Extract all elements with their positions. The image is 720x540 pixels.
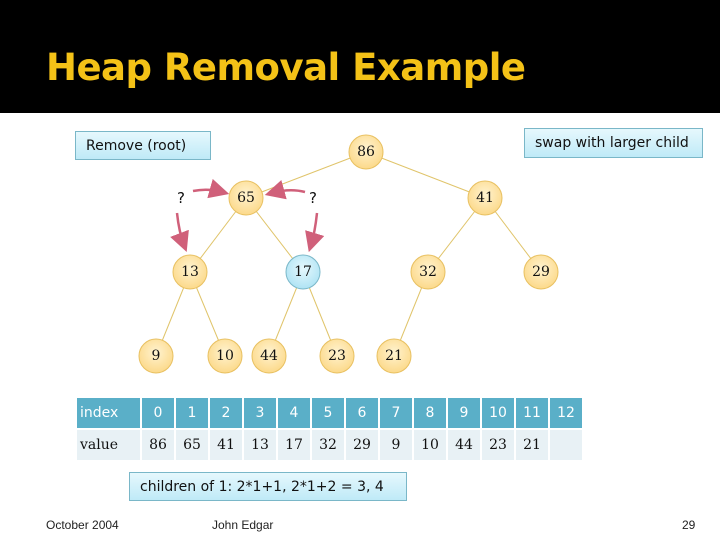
index-cell: 11 (516, 398, 548, 428)
index-cell: 2 (210, 398, 242, 428)
index-cell: 3 (244, 398, 276, 428)
node-value: 9 (152, 348, 161, 364)
tree-node-21: 21 (376, 338, 412, 374)
arrow-left-to-65 (192, 178, 230, 199)
tree-node-9: 9 (138, 338, 174, 374)
value-label: value (77, 430, 140, 460)
value-cell: 44 (448, 430, 480, 460)
value-row: value 86 65 41 13 17 32 29 9 10 44 23 21 (77, 430, 582, 460)
value-cell: 23 (482, 430, 514, 460)
node-value: 44 (260, 348, 278, 364)
node-value: 65 (237, 190, 255, 206)
value-cell: 65 (176, 430, 208, 460)
index-label: index (77, 398, 140, 428)
tree-node-29: 29 (523, 254, 559, 290)
index-cell: 7 (380, 398, 412, 428)
tree-node-41: 41 (467, 180, 503, 216)
value-cell: 17 (278, 430, 310, 460)
heap-array-table: index 0 1 2 3 4 5 6 7 8 9 10 11 12 value 86 65 41 13 17 3… (75, 396, 584, 462)
question-mark-right: ? (309, 189, 317, 207)
arrow-down-to-13 (170, 212, 189, 253)
index-cell: 8 (414, 398, 446, 428)
value-cell: 29 (346, 430, 378, 460)
node-value: 29 (532, 264, 550, 280)
value-cell: 9 (380, 430, 412, 460)
value-cell: 41 (210, 430, 242, 460)
value-cell: 21 (516, 430, 548, 460)
tree-node-86: 86 (348, 134, 384, 170)
node-value: 10 (216, 348, 234, 364)
tree-edge (365, 151, 486, 199)
tree-node-23: 23 (319, 338, 355, 374)
index-cell: 1 (176, 398, 208, 428)
tree-node-65: 65 (228, 180, 264, 216)
node-value: 13 (181, 264, 199, 280)
value-cell (550, 430, 582, 460)
index-cell: 0 (142, 398, 174, 428)
tree-node-17: 17 (285, 254, 321, 290)
tree-node-44: 44 (251, 338, 287, 374)
node-value: 32 (419, 264, 437, 280)
node-value: 86 (357, 144, 375, 160)
footer-page-number: 29 (682, 518, 696, 532)
index-cell: 5 (312, 398, 344, 428)
index-row: index 0 1 2 3 4 5 6 7 8 9 10 11 12 (77, 398, 582, 428)
node-value: 21 (385, 348, 403, 364)
node-value: 17 (294, 264, 312, 280)
index-cell: 10 (482, 398, 514, 428)
tree-node-13: 13 (172, 254, 208, 290)
index-cell: 6 (346, 398, 378, 428)
arrow-down-to-17 (305, 212, 325, 253)
question-mark-left: ? (177, 189, 185, 207)
tree-node-32: 32 (410, 254, 446, 290)
arrow-right-to-65 (264, 180, 306, 200)
children-formula-callout: children of 1: 2*1+1, 2*1+2 = 3, 4 (129, 472, 407, 501)
index-cell: 9 (448, 398, 480, 428)
value-cell: 32 (312, 430, 344, 460)
tree-edge (245, 151, 367, 199)
value-cell: 86 (142, 430, 174, 460)
footer-author: John Edgar (212, 518, 274, 532)
index-cell: 4 (278, 398, 310, 428)
tree-node-10: 10 (207, 338, 243, 374)
node-value: 41 (476, 190, 494, 206)
index-cell: 12 (550, 398, 582, 428)
node-value: 23 (328, 348, 346, 364)
value-cell: 13 (244, 430, 276, 460)
value-cell: 10 (414, 430, 446, 460)
footer-date: October 2004 (46, 518, 119, 532)
